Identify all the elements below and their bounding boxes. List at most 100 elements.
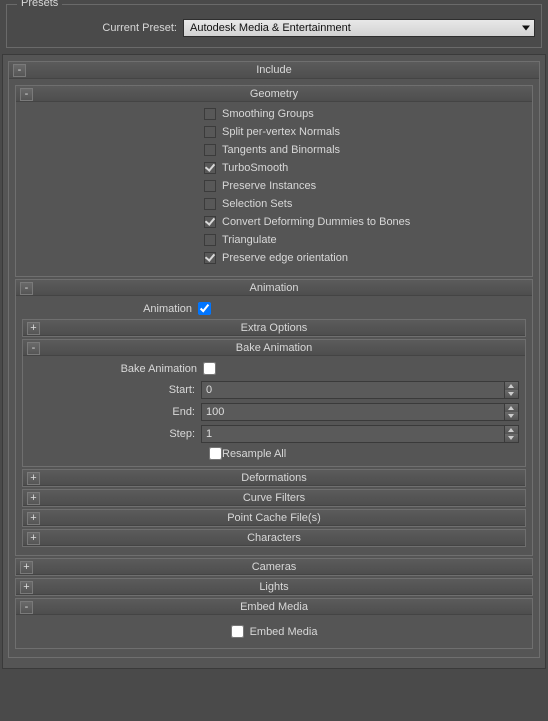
spinner-up-icon[interactable] <box>505 404 518 412</box>
collapse-icon[interactable]: - <box>13 64 26 77</box>
current-preset-value: Autodesk Media & Entertainment <box>190 22 351 34</box>
geometry-option-row: Split per-vertex Normals <box>204 126 526 138</box>
bake-animation-check-label: Bake Animation <box>29 363 203 375</box>
deformations-header[interactable]: + Deformations <box>23 470 525 486</box>
collapse-icon[interactable]: - <box>20 88 33 101</box>
step-spinner <box>201 425 519 443</box>
geometry-option-label: Split per-vertex Normals <box>222 126 340 138</box>
characters-rollup: + Characters <box>22 529 526 547</box>
geometry-option-label: Convert Deforming Dummies to Bones <box>222 216 410 228</box>
geometry-option-row: Convert Deforming Dummies to Bones <box>204 216 526 228</box>
point-cache-header[interactable]: + Point Cache File(s) <box>23 510 525 526</box>
collapse-icon[interactable]: - <box>20 601 33 614</box>
bake-animation-title: Bake Animation <box>236 342 312 354</box>
spinner-up-icon[interactable] <box>505 382 518 390</box>
include-rollup: - Include - Geometry Smoothing Groups Spl… <box>8 61 540 658</box>
embed-media-checkbox[interactable] <box>231 625 244 638</box>
expand-icon[interactable]: + <box>27 532 40 545</box>
geometry-option-label: Preserve edge orientation <box>222 252 348 264</box>
curve-filters-title: Curve Filters <box>243 492 305 504</box>
spinner-down-icon[interactable] <box>505 412 518 420</box>
animation-header[interactable]: - Animation <box>16 280 532 296</box>
extra-options-header[interactable]: + Extra Options <box>23 320 525 336</box>
geometry-option-label: Preserve Instances <box>222 180 316 192</box>
lights-rollup: + Lights <box>15 578 533 596</box>
geometry-title: Geometry <box>250 88 298 100</box>
extra-options-title: Extra Options <box>241 322 308 334</box>
geometry-option-checkbox[interactable] <box>204 252 216 264</box>
geometry-option-label: TurboSmooth <box>222 162 288 174</box>
end-spinner-buttons <box>505 403 519 421</box>
animation-check-label: Animation <box>22 303 198 315</box>
geometry-option-label: Tangents and Binormals <box>222 144 340 156</box>
geometry-header[interactable]: - Geometry <box>16 86 532 102</box>
lights-header[interactable]: + Lights <box>16 579 532 595</box>
bake-animation-header[interactable]: - Bake Animation <box>23 340 525 356</box>
curve-filters-rollup: + Curve Filters <box>22 489 526 507</box>
current-preset-dropdown[interactable]: Autodesk Media & Entertainment <box>183 19 535 37</box>
collapse-icon[interactable]: - <box>27 342 40 355</box>
geometry-option-label: Triangulate <box>222 234 277 246</box>
embed-media-title: Embed Media <box>240 601 308 613</box>
geometry-option-label: Selection Sets <box>222 198 292 210</box>
collapse-icon[interactable]: - <box>20 282 33 295</box>
geometry-option-row: Tangents and Binormals <box>204 144 526 156</box>
spinner-down-icon[interactable] <box>505 434 518 442</box>
expand-icon[interactable]: + <box>27 492 40 505</box>
expand-icon[interactable]: + <box>27 322 40 335</box>
chevron-down-icon <box>522 26 530 31</box>
expand-icon[interactable]: + <box>20 561 33 574</box>
cameras-header[interactable]: + Cameras <box>16 559 532 575</box>
geometry-option-checkbox[interactable] <box>204 144 216 156</box>
geometry-option-label: Smoothing Groups <box>222 108 314 120</box>
end-spinner <box>201 403 519 421</box>
point-cache-title: Point Cache File(s) <box>227 512 321 524</box>
start-spinner-buttons <box>505 381 519 399</box>
point-cache-rollup: + Point Cache File(s) <box>22 509 526 527</box>
step-label: Step: <box>29 428 201 440</box>
geometry-option-checkbox[interactable] <box>204 216 216 228</box>
geometry-option-checkbox[interactable] <box>204 198 216 210</box>
include-header[interactable]: - Include <box>9 62 539 79</box>
current-preset-label: Current Preset: <box>13 22 183 34</box>
resample-all-checkbox[interactable] <box>209 447 222 460</box>
geometry-rollup: - Geometry Smoothing Groups Split per-ver… <box>15 85 533 277</box>
geometry-option-checkbox[interactable] <box>204 162 216 174</box>
presets-panel: Presets Current Preset: Autodesk Media &… <box>6 4 542 48</box>
geometry-option-checkbox[interactable] <box>204 108 216 120</box>
geometry-option-row: Selection Sets <box>204 198 526 210</box>
curve-filters-header[interactable]: + Curve Filters <box>23 490 525 506</box>
extra-options-rollup: + Extra Options <box>22 319 526 337</box>
include-title: Include <box>256 64 291 76</box>
geometry-option-checkbox[interactable] <box>204 234 216 246</box>
animation-checkbox[interactable] <box>198 302 211 315</box>
spinner-up-icon[interactable] <box>505 426 518 434</box>
embed-media-rollup: - Embed Media Embed Media <box>15 598 533 649</box>
options-panel: - Include - Geometry Smoothing Groups Spl… <box>2 54 546 669</box>
deformations-rollup: + Deformations <box>22 469 526 487</box>
expand-icon[interactable]: + <box>27 472 40 485</box>
geometry-option-row: Triangulate <box>204 234 526 246</box>
end-input[interactable] <box>201 403 505 421</box>
characters-title: Characters <box>247 532 301 544</box>
start-input[interactable] <box>201 381 505 399</box>
expand-icon[interactable]: + <box>27 512 40 525</box>
step-input[interactable] <box>201 425 505 443</box>
bake-animation-rollup: - Bake Animation Bake Animation Start: <box>22 339 526 467</box>
bake-animation-checkbox[interactable] <box>203 362 216 375</box>
lights-title: Lights <box>259 581 288 593</box>
expand-icon[interactable]: + <box>20 581 33 594</box>
characters-header[interactable]: + Characters <box>23 530 525 546</box>
geometry-option-checkbox[interactable] <box>204 180 216 192</box>
embed-media-label: Embed Media <box>250 626 318 638</box>
geometry-option-row: Preserve edge orientation <box>204 252 526 264</box>
step-spinner-buttons <box>505 425 519 443</box>
animation-title: Animation <box>250 282 299 294</box>
start-label: Start: <box>29 384 201 396</box>
geometry-option-checkbox[interactable] <box>204 126 216 138</box>
embed-media-header[interactable]: - Embed Media <box>16 599 532 615</box>
spinner-down-icon[interactable] <box>505 390 518 398</box>
geometry-option-row: TurboSmooth <box>204 162 526 174</box>
geometry-option-row: Smoothing Groups <box>204 108 526 120</box>
deformations-title: Deformations <box>241 472 306 484</box>
